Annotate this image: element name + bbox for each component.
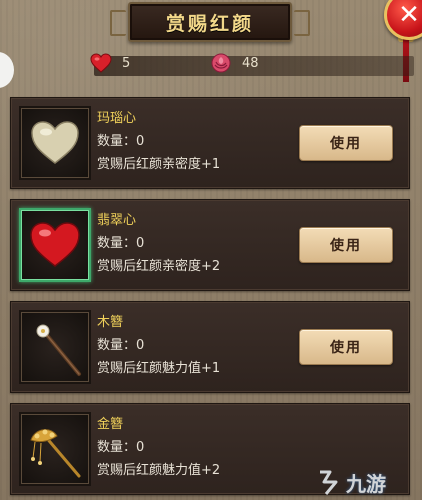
item-slot[interactable] (19, 412, 91, 486)
item-name: 玛瑙心 (97, 111, 137, 126)
item-description: 赏赐后红颜亲密度+2 (97, 259, 221, 274)
item-name: 木簪 (97, 315, 124, 330)
item-quantity: 数量：0 (97, 338, 145, 353)
rose-count: 48 (242, 55, 259, 71)
item-slot[interactable] (19, 208, 91, 282)
item-slot[interactable] (19, 310, 91, 384)
heart-count: 5 (122, 55, 131, 71)
page-title: 赏赐红颜 (165, 12, 254, 35)
wooden-hairpin-icon (36, 324, 81, 376)
jade-heart-icon (30, 222, 80, 267)
title-banner: 赏赐红颜 (110, 2, 310, 42)
heart-currency: 5 (88, 51, 130, 75)
item-card-jade-heart: 翡翠心 数量：0 赏赐后红颜亲密度+2 使用 (10, 199, 410, 291)
rose-currency: 48 (208, 51, 259, 75)
item-slot[interactable] (19, 106, 91, 180)
use-button[interactable]: 使用 (299, 227, 393, 263)
nine-game-logo-icon (320, 470, 338, 495)
item-description: 赏赐后红颜魅力值+1 (97, 361, 221, 376)
red-heart-icon (88, 51, 114, 75)
use-button[interactable]: 使用 (299, 125, 393, 161)
item-card-agate-heart: 玛瑙心 数量：0 赏赐后红颜亲密度+1 使用 (10, 97, 410, 189)
agate-heart-icon (31, 121, 79, 164)
rose-icon (208, 51, 234, 75)
watermark-text: 九游 (346, 472, 386, 496)
close-icon: ✕ (398, 0, 420, 30)
watermark: 九游 (316, 468, 386, 497)
use-button[interactable]: 使用 (299, 329, 393, 365)
item-quantity: 数量：0 (97, 236, 145, 251)
item-card-wooden-hairpin: 木簪 数量：0 赏赐后红颜魅力值+1 使用 (10, 301, 410, 393)
gold-hairpin-icon (30, 429, 81, 478)
item-description: 赏赐后红颜魅力值+2 (97, 463, 221, 478)
item-description: 赏赐后红颜亲密度+1 (97, 157, 221, 172)
item-name: 金簪 (97, 417, 124, 432)
item-quantity: 数量：0 (97, 134, 145, 149)
item-name: 翡翠心 (97, 213, 137, 228)
item-quantity: 数量：0 (97, 440, 145, 455)
